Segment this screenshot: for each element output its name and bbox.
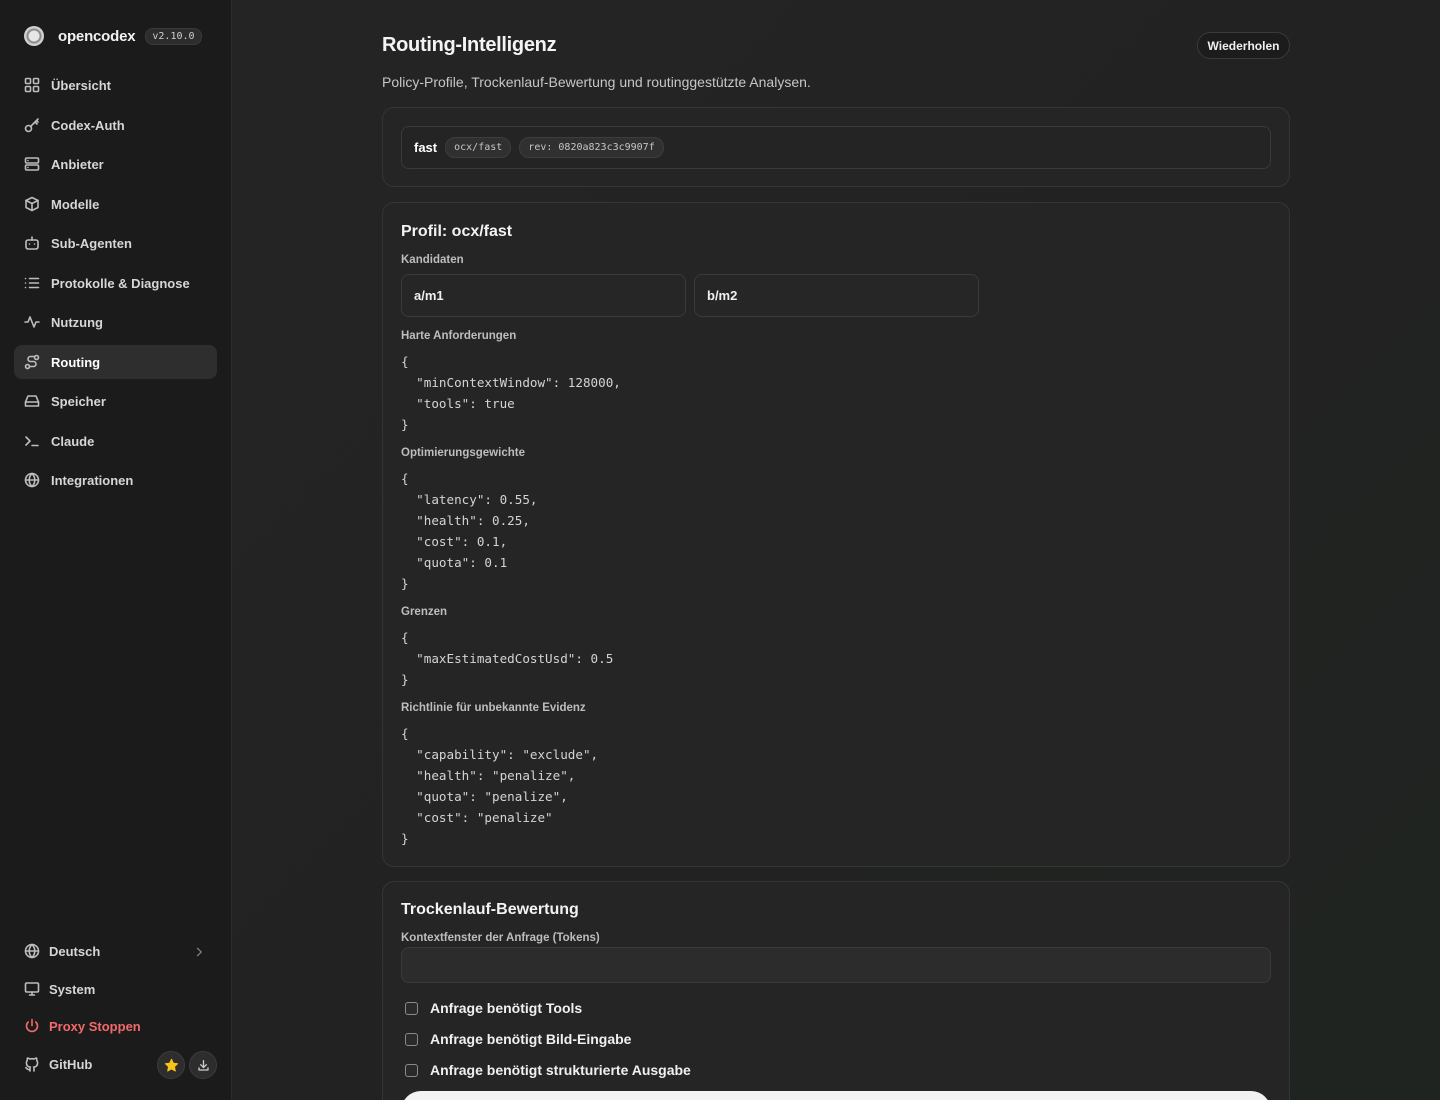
retry-button[interactable]: Wiederholen bbox=[1197, 32, 1290, 59]
sidebar-item-label: Claude bbox=[51, 433, 95, 449]
candidate-item[interactable]: a/m1 bbox=[401, 274, 686, 317]
checkbox-label: Anfrage benötigt strukturierte Ausgabe bbox=[430, 1062, 691, 1078]
sidebar-item-codex-auth[interactable]: Codex-Auth bbox=[14, 108, 217, 142]
key-icon bbox=[24, 117, 40, 133]
star-icon bbox=[164, 1058, 179, 1073]
context-window-input[interactable] bbox=[401, 947, 1271, 983]
sidebar-item-routing[interactable]: Routing bbox=[14, 345, 217, 379]
limits-label: Grenzen bbox=[401, 606, 448, 618]
language-label: Deutsch bbox=[49, 943, 101, 959]
revision-badge: rev: 0820a823c3c9907f bbox=[519, 137, 664, 158]
list-icon bbox=[24, 275, 40, 291]
page-subtitle: Policy-Profile, Trockenlauf-Bewertung un… bbox=[382, 74, 811, 90]
chevron-right-icon bbox=[191, 944, 207, 960]
sidebar-item-logs[interactable]: Protokolle & Diagnose bbox=[14, 266, 217, 300]
checkbox[interactable] bbox=[405, 1001, 418, 1015]
run-dry-run-button[interactable] bbox=[401, 1091, 1271, 1100]
weights-json: { "latency": 0.55, "health": 0.25, "cost… bbox=[401, 471, 538, 591]
hard-drive-icon bbox=[24, 393, 40, 409]
candidates-label: Kandidaten bbox=[401, 254, 464, 266]
profile-tabs-card: fast ocx/fast rev: 0820a823c3c9907f bbox=[382, 107, 1290, 187]
stop-proxy-label: Proxy Stoppen bbox=[49, 1018, 141, 1034]
dry-run-title: Trockenlauf-Bewertung bbox=[401, 901, 579, 918]
activity-icon bbox=[24, 314, 40, 330]
github-label: GitHub bbox=[49, 1056, 93, 1072]
limits-json: { "maxEstimatedCostUsd": 0.5 } bbox=[401, 630, 614, 687]
github-link[interactable]: GitHub bbox=[24, 1053, 144, 1075]
profile-title: Profil: ocx/fast bbox=[401, 223, 513, 240]
server-icon bbox=[24, 156, 40, 172]
sidebar: opencodex v2.10.0 Übersicht Codex-Auth A… bbox=[0, 0, 232, 1100]
hard-requirements-json: { "minContextWindow": 128000, "tools": t… bbox=[401, 354, 621, 432]
power-icon bbox=[24, 1018, 40, 1034]
star-button[interactable] bbox=[157, 1051, 185, 1079]
terminal-icon bbox=[24, 433, 40, 449]
sidebar-item-integrations[interactable]: Integrationen bbox=[14, 463, 217, 497]
stop-proxy-button[interactable]: Proxy Stoppen bbox=[24, 1015, 217, 1037]
candidate-item[interactable]: b/m2 bbox=[694, 274, 979, 317]
sidebar-item-label: Modelle bbox=[51, 196, 100, 212]
sidebar-item-providers[interactable]: Anbieter bbox=[14, 147, 217, 181]
unknown-evidence-json: { "capability": "exclude", "health": "pe… bbox=[401, 726, 599, 846]
download-button[interactable] bbox=[189, 1051, 217, 1079]
globe-icon bbox=[24, 472, 40, 488]
system-button[interactable]: System bbox=[24, 978, 217, 1000]
profile-card: Profil: ocx/fast Kandidaten a/m1 b/m2 Ha… bbox=[382, 202, 1290, 867]
sidebar-item-label: Codex-Auth bbox=[51, 117, 125, 133]
grid-icon bbox=[24, 77, 40, 93]
system-label: System bbox=[49, 981, 96, 997]
unknown-evidence-label: Richtlinie für unbekannte Evidenz bbox=[401, 702, 586, 714]
context-window-label: Kontextfenster der Anfrage (Tokens) bbox=[401, 932, 600, 944]
profile-tab-fast[interactable]: fast ocx/fast rev: 0820a823c3c9907f bbox=[401, 126, 1271, 169]
sidebar-item-label: Integrationen bbox=[51, 472, 134, 488]
sidebar-item-storage[interactable]: Speicher bbox=[14, 384, 217, 418]
globe-icon bbox=[24, 943, 40, 959]
sidebar-item-usage[interactable]: Nutzung bbox=[14, 305, 217, 339]
sidebar-item-label: Routing bbox=[51, 354, 101, 370]
sidebar-item-label: Speicher bbox=[51, 393, 106, 409]
sidebar-item-label: Protokolle & Diagnose bbox=[51, 275, 190, 291]
hard-requirements-label: Harte Anforderungen bbox=[401, 330, 517, 342]
monitor-icon bbox=[24, 981, 40, 997]
sidebar-item-models[interactable]: Modelle bbox=[14, 187, 217, 221]
sidebar-item-claude[interactable]: Claude bbox=[14, 424, 217, 458]
github-icon bbox=[24, 1056, 40, 1072]
dry-run-card: Trockenlauf-Bewertung Kontextfenster der… bbox=[382, 881, 1290, 1100]
brand[interactable]: opencodex v2.10.0 bbox=[24, 26, 202, 46]
sidebar-item-sub-agents[interactable]: Sub-Agenten bbox=[14, 226, 217, 260]
cube-icon bbox=[24, 196, 40, 212]
checkbox-image-input[interactable]: Anfrage benötigt Bild-Eingabe bbox=[405, 1031, 631, 1047]
page-title: Routing-Intelligenz bbox=[382, 34, 557, 56]
weights-label: Optimierungsgewichte bbox=[401, 447, 525, 459]
sidebar-item-overview[interactable]: Übersicht bbox=[14, 68, 217, 102]
brand-name: opencodex bbox=[58, 27, 136, 45]
language-selector[interactable]: Deutsch bbox=[24, 940, 217, 962]
sidebar-item-label: Nutzung bbox=[51, 314, 103, 330]
profile-tab-name: fast bbox=[414, 140, 438, 155]
sidebar-item-label: Übersicht bbox=[51, 77, 111, 93]
checkbox[interactable] bbox=[405, 1063, 418, 1077]
download-icon bbox=[197, 1059, 210, 1072]
checkbox[interactable] bbox=[405, 1032, 418, 1046]
route-icon bbox=[24, 354, 40, 370]
sidebar-item-label: Anbieter bbox=[51, 156, 104, 172]
bot-icon bbox=[24, 235, 40, 251]
checkbox-label: Anfrage benötigt Bild-Eingabe bbox=[430, 1031, 632, 1047]
checkbox-label: Anfrage benötigt Tools bbox=[430, 1000, 583, 1016]
sidebar-item-label: Sub-Agenten bbox=[51, 235, 132, 251]
logo-icon bbox=[24, 26, 44, 46]
profile-id-badge: ocx/fast bbox=[445, 137, 512, 158]
checkbox-tools[interactable]: Anfrage benötigt Tools bbox=[405, 1000, 582, 1016]
checkbox-structured-output[interactable]: Anfrage benötigt strukturierte Ausgabe bbox=[405, 1062, 691, 1078]
version-badge: v2.10.0 bbox=[145, 27, 202, 45]
